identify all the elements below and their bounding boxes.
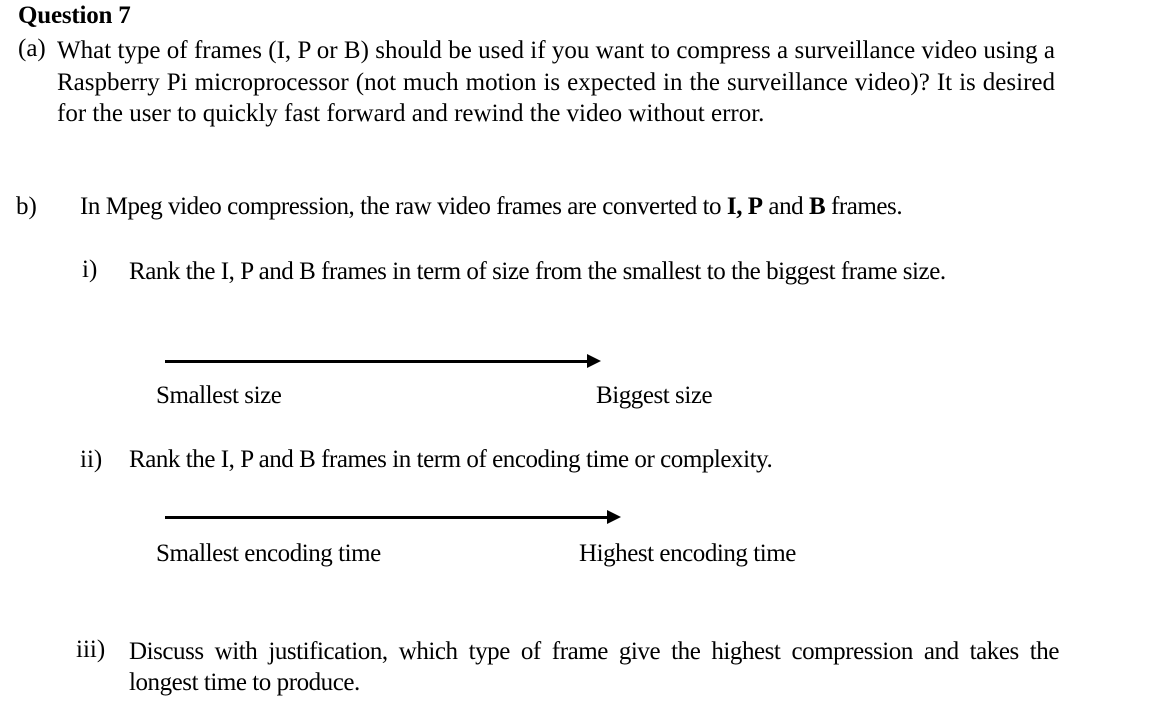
question-title: Question 7: [18, 2, 131, 29]
encoding-time-ranking-arrow: [165, 510, 621, 524]
part-b-intro-bold-ip: I, P: [726, 193, 763, 220]
sub-iii-text: Discuss with justification, which type o…: [129, 638, 1059, 696]
part-a-label: (a): [18, 35, 46, 62]
part-b-intro-bold-b: B: [808, 193, 826, 220]
sub-i-label: i): [82, 256, 98, 283]
part-b-intro: In Mpeg video compression, the raw video…: [80, 193, 903, 221]
part-b-intro-text-1: In Mpeg video compression, the raw video…: [80, 193, 727, 220]
sub-ii-text: Rank the I, P and B frames in term of en…: [129, 446, 773, 473]
part-b-intro-text-3: frames.: [825, 193, 903, 220]
sub-i-text: Rank the I, P and B frames in term of si…: [129, 258, 946, 285]
sub-ii-label: ii): [80, 446, 103, 473]
smallest-encoding-time-label: Smallest encoding time: [156, 540, 381, 567]
part-b-intro-text-2: and: [762, 193, 809, 220]
part-a-text: What type of frames (I, P or B) should b…: [57, 37, 1055, 127]
sub-iii-label: iii): [76, 636, 106, 663]
highest-encoding-time-label: Highest encoding time: [579, 540, 796, 567]
part-b-label: b): [16, 193, 37, 220]
size-ranking-arrow: [165, 354, 601, 368]
biggest-size-label: Biggest size: [596, 382, 713, 409]
smallest-size-label: Smallest size: [156, 382, 282, 409]
